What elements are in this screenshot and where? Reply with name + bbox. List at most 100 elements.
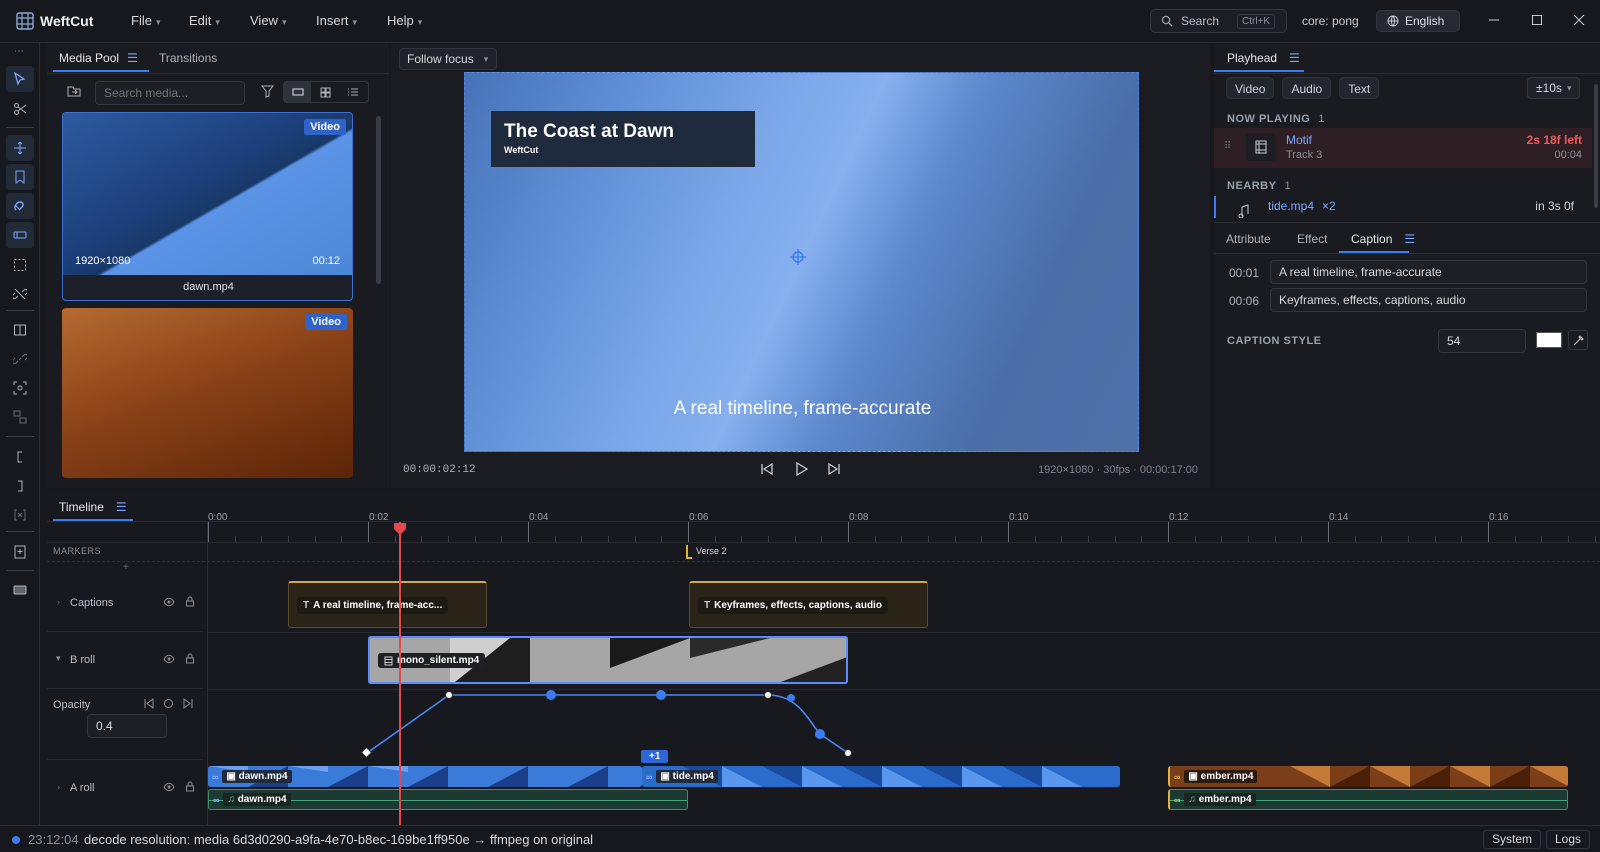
filter-icon[interactable] [261, 85, 274, 98]
system-button[interactable]: System [1483, 830, 1542, 849]
timeline-ruler[interactable] [208, 522, 1600, 542]
split-view-icon[interactable] [6, 317, 34, 343]
caption-clip[interactable]: TA real timeline, frame-acc... [288, 581, 487, 628]
playhead-panel-scrollbar[interactable] [1594, 84, 1598, 208]
chevron-down-icon: ▾ [417, 17, 423, 27]
track-header-aroll: › A roll [47, 761, 203, 817]
chevron-down-icon[interactable]: ▾ [56, 653, 61, 664]
filter-text[interactable]: Text [1339, 77, 1380, 99]
next-frame-icon[interactable] [826, 461, 842, 477]
range-dropdown[interactable]: ±10s ▾ [1527, 77, 1581, 99]
lock-icon[interactable] [185, 781, 195, 792]
menu-file[interactable]: File ▾ [131, 13, 160, 28]
media-scrollbar[interactable] [376, 116, 381, 284]
aroll-video-clip-tide[interactable]: ∞ ▣ tide.mp4 [642, 766, 1120, 787]
prev-keyframe-icon[interactable] [143, 698, 154, 709]
media-type-badge: Video [304, 119, 346, 135]
media-name: dawn.mp4 [183, 281, 234, 293]
import-folder-icon[interactable] [67, 84, 81, 98]
out-point-icon[interactable] [6, 473, 34, 499]
menu-view[interactable]: View ▾ [250, 13, 286, 28]
eye-icon[interactable] [163, 782, 175, 792]
large-thumb-view-icon[interactable] [284, 82, 311, 102]
aroll-video-clip-dawn[interactable]: ∞ ▣ dawn.mp4 [208, 766, 642, 787]
ripple-tool-icon[interactable] [6, 222, 34, 248]
media-item-dawn[interactable]: Video 1920×1080 00:12 dawn.mp4 [62, 112, 353, 301]
tab-caption[interactable]: Caption ☰ [1339, 225, 1415, 253]
tab-timeline[interactable]: Timeline ☰ [53, 493, 133, 521]
tab-transitions[interactable]: Transitions [153, 44, 223, 72]
opacity-curve-lane[interactable] [208, 690, 1600, 760]
move-tool-icon[interactable] [6, 135, 34, 161]
clip-label: ∞ ▣ tide.mp4 [646, 770, 718, 783]
stack-count-badge[interactable]: +1 [641, 750, 669, 763]
viewer-canvas[interactable]: The Coast at Dawn WeftCut A real timelin… [464, 72, 1139, 452]
keyboard-icon[interactable] [6, 577, 34, 603]
broll-clip[interactable]: mono_silent.mp4 [368, 636, 848, 684]
chevron-right-icon[interactable]: › [57, 782, 60, 792]
follow-focus-dropdown[interactable]: Follow focus ▾ [399, 48, 497, 70]
aroll-audio-clip-ember[interactable]: ∞ ♫ ember.mp4 [1168, 789, 1568, 810]
eye-icon[interactable] [163, 597, 175, 607]
aroll-audio-clip-dawn[interactable]: ∞ ♫ dawn.mp4 [208, 789, 688, 810]
caption-text-field[interactable]: Keyframes, effects, captions, audio [1270, 288, 1587, 312]
language-button[interactable]: English [1376, 10, 1460, 32]
now-playing-item[interactable]: ⠿ Motif Track 3 2s 18f left 00:04 [1214, 128, 1592, 168]
drag-handle-icon[interactable]: ⠿ [1224, 141, 1231, 152]
chevron-right-icon[interactable]: › [57, 597, 60, 607]
tab-playhead[interactable]: Playhead ☰ [1214, 44, 1304, 72]
opacity-value-field[interactable]: 0.4 [87, 714, 167, 738]
maximize-icon[interactable] [1531, 14, 1543, 26]
aroll-video-clip-ember[interactable]: ∞ ▣ ember.mp4 [1168, 766, 1568, 787]
lock-icon[interactable] [185, 596, 195, 607]
focus-tool-icon[interactable] [6, 375, 34, 401]
grid-view-icon[interactable] [311, 82, 339, 102]
menu-help[interactable]: Help ▾ [387, 13, 422, 28]
global-search-button[interactable]: Search Ctrl+K [1150, 9, 1287, 33]
tab-effect[interactable]: Effect [1291, 225, 1333, 253]
select-tool-icon[interactable] [6, 66, 34, 92]
logs-button[interactable]: Logs [1546, 830, 1591, 849]
add-keyframe-icon[interactable] [163, 698, 174, 709]
caption-clip[interactable]: T Keyframes, effects, captions, audio [689, 581, 928, 628]
nearby-item-when: in 3s 0f [1535, 199, 1574, 213]
eyedropper-icon[interactable] [1568, 330, 1588, 350]
caption-text-field[interactable]: A real timeline, frame-accurate [1270, 260, 1587, 284]
close-icon[interactable] [1573, 14, 1585, 26]
razor-tool-icon[interactable] [6, 96, 34, 122]
tab-attribute[interactable]: Attribute [1220, 225, 1277, 253]
nearby-item[interactable]: tide.mp4 ×2 in 3s 0f [1214, 196, 1592, 218]
tool-rail: ⋯ [0, 43, 40, 825]
next-keyframe-icon[interactable] [183, 698, 194, 709]
caption-color-swatch[interactable] [1536, 332, 1562, 348]
list-view-icon[interactable] [339, 82, 367, 102]
marquee-tool-icon[interactable] [6, 252, 34, 278]
lock-icon[interactable] [185, 653, 195, 664]
link-icon[interactable] [6, 346, 34, 372]
playhead-handle[interactable] [394, 523, 406, 535]
minimize-icon[interactable] [1488, 14, 1500, 26]
timeline-playhead[interactable] [399, 522, 401, 825]
title-card[interactable]: The Coast at Dawn WeftCut [491, 111, 755, 167]
crosshair-icon[interactable] [789, 248, 807, 266]
media-search-input[interactable] [95, 81, 245, 105]
play-icon[interactable] [793, 461, 809, 477]
menu-edit[interactable]: Edit ▾ [189, 13, 220, 28]
filter-video[interactable]: Video [1226, 77, 1275, 99]
marker-tool-icon[interactable] [6, 164, 34, 190]
add-marker-icon[interactable] [6, 539, 34, 565]
clear-range-icon[interactable] [6, 502, 34, 528]
group-tool-icon[interactable] [6, 404, 34, 430]
unlink-tool-icon[interactable] [6, 281, 34, 307]
menu-insert[interactable]: Insert ▾ [316, 13, 357, 28]
in-point-icon[interactable] [6, 444, 34, 470]
add-marker-button[interactable]: + [123, 562, 129, 573]
tab-media-pool[interactable]: Media Pool ☰ [53, 44, 149, 72]
previous-frame-icon[interactable] [759, 461, 775, 477]
caption-font-size-field[interactable]: 54 [1438, 329, 1526, 353]
filter-audio[interactable]: Audio [1282, 77, 1332, 99]
magnet-tool-icon[interactable] [6, 193, 34, 219]
eye-icon[interactable] [163, 654, 175, 664]
marker-flag[interactable] [686, 545, 692, 559]
media-item-ember[interactable]: Video [62, 308, 353, 478]
